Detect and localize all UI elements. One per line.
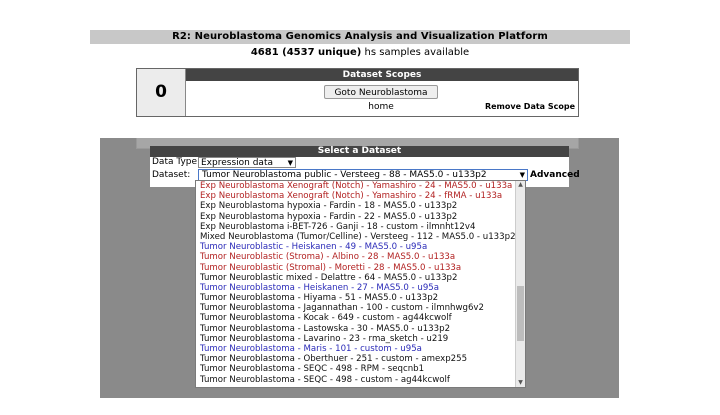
dataset-option[interactable]: Mixed Neuroblastoma (Tumor/Celline) - Ve… bbox=[196, 232, 525, 242]
data-type-label: Data Type: bbox=[152, 157, 201, 167]
page-title: R2: Neuroblastoma Genomics Analysis and … bbox=[90, 30, 630, 44]
dataset-dropdown-list[interactable]: Exp Neuroblastoma Xenograft (Notch) - Ya… bbox=[195, 180, 526, 388]
dataset-option[interactable]: Tumor Neuroblastoma - Lastowska - 30 - M… bbox=[196, 324, 525, 334]
dataset-option[interactable]: Tumor Neuroblastoma - Heiskanen - 27 - M… bbox=[196, 283, 525, 293]
dataset-value: Tumor Neuroblastoma public - Versteeg - … bbox=[202, 170, 487, 180]
sample-count-suffix: hs samples available bbox=[364, 47, 470, 58]
dataset-option[interactable]: Tumor Neuroblastoma - Jagannathan - 100 … bbox=[196, 303, 525, 313]
dataset-option[interactable]: Tumor Neuroblastic (Stroma) - Albino - 2… bbox=[196, 252, 525, 262]
dropdown-scrollbar[interactable]: ▲ ▼ bbox=[515, 181, 525, 387]
dataset-label: Dataset: bbox=[152, 170, 191, 180]
dataset-option[interactable]: Exp Neuroblastoma Xenograft (Notch) - Ya… bbox=[196, 181, 525, 191]
dataset-options: Exp Neuroblastoma Xenograft (Notch) - Ya… bbox=[196, 181, 525, 385]
dataset-option[interactable]: Tumor Neuroblastic - Heiskanen - 49 - MA… bbox=[196, 242, 525, 252]
scrollbar-thumb[interactable] bbox=[517, 286, 524, 341]
advanced-link[interactable]: Advanced bbox=[530, 170, 580, 181]
dataset-option[interactable]: Tumor Neuroblastoma - Oberthuer - 251 - … bbox=[196, 354, 525, 364]
dataset-option[interactable]: Tumor Neuroblastic mixed - Delattre - 64… bbox=[196, 273, 525, 283]
dataset-option[interactable]: Tumor Neuroblastoma - Maris - 101 - cust… bbox=[196, 344, 525, 354]
sample-count-line: 4681 (4537 unique) hs samples available bbox=[90, 47, 630, 59]
dataset-option[interactable]: Tumor Neuroblastoma - Kocak - 649 - cust… bbox=[196, 313, 525, 323]
scroll-down-icon[interactable]: ▼ bbox=[516, 379, 525, 387]
remove-scope-link[interactable]: Remove Data Scope bbox=[485, 102, 575, 112]
dataset-scopes-panel: 0 Dataset Scopes Goto Neuroblastoma home… bbox=[136, 68, 579, 117]
scope-count: 0 bbox=[137, 69, 186, 116]
chevron-down-icon: ▼ bbox=[287, 159, 293, 167]
scopes-title: Dataset Scopes bbox=[186, 69, 578, 81]
dataset-option[interactable]: Exp Neuroblastoma i-BET-726 - Ganji - 18… bbox=[196, 222, 525, 232]
dataset-option[interactable]: Tumor Neuroblastoma - SEQC - 498 - RPM -… bbox=[196, 364, 525, 374]
dataset-option[interactable]: Tumor Neuroblastoma - Hiyama - 51 - MAS5… bbox=[196, 293, 525, 303]
dataset-option[interactable]: Tumor Neuroblastic (Stromal) - Moretti -… bbox=[196, 263, 525, 273]
dataset-option[interactable]: Tumor Neuroblastoma - Lavarino - 23 - rm… bbox=[196, 334, 525, 344]
dataset-option[interactable]: Exp Neuroblastoma hypoxia - Fardin - 22 … bbox=[196, 212, 525, 222]
dataset-option[interactable]: Exp Neuroblastoma Xenograft (Notch) - Ya… bbox=[196, 191, 525, 201]
sample-count: 4681 (4537 unique) bbox=[250, 47, 362, 58]
data-type-select[interactable]: Expression data (n=63) ▼ bbox=[198, 157, 296, 179]
select-dataset-title: Select a Dataset bbox=[150, 146, 569, 157]
dataset-option[interactable]: Exp Neuroblastoma hypoxia - Fardin - 18 … bbox=[196, 201, 525, 211]
scroll-up-icon[interactable]: ▲ bbox=[516, 181, 525, 189]
goto-home-button[interactable]: Goto Neuroblastoma home bbox=[324, 85, 438, 112]
dataset-option[interactable]: Tumor Neuroblastoma - SEQC - 498 - custo… bbox=[196, 375, 525, 385]
